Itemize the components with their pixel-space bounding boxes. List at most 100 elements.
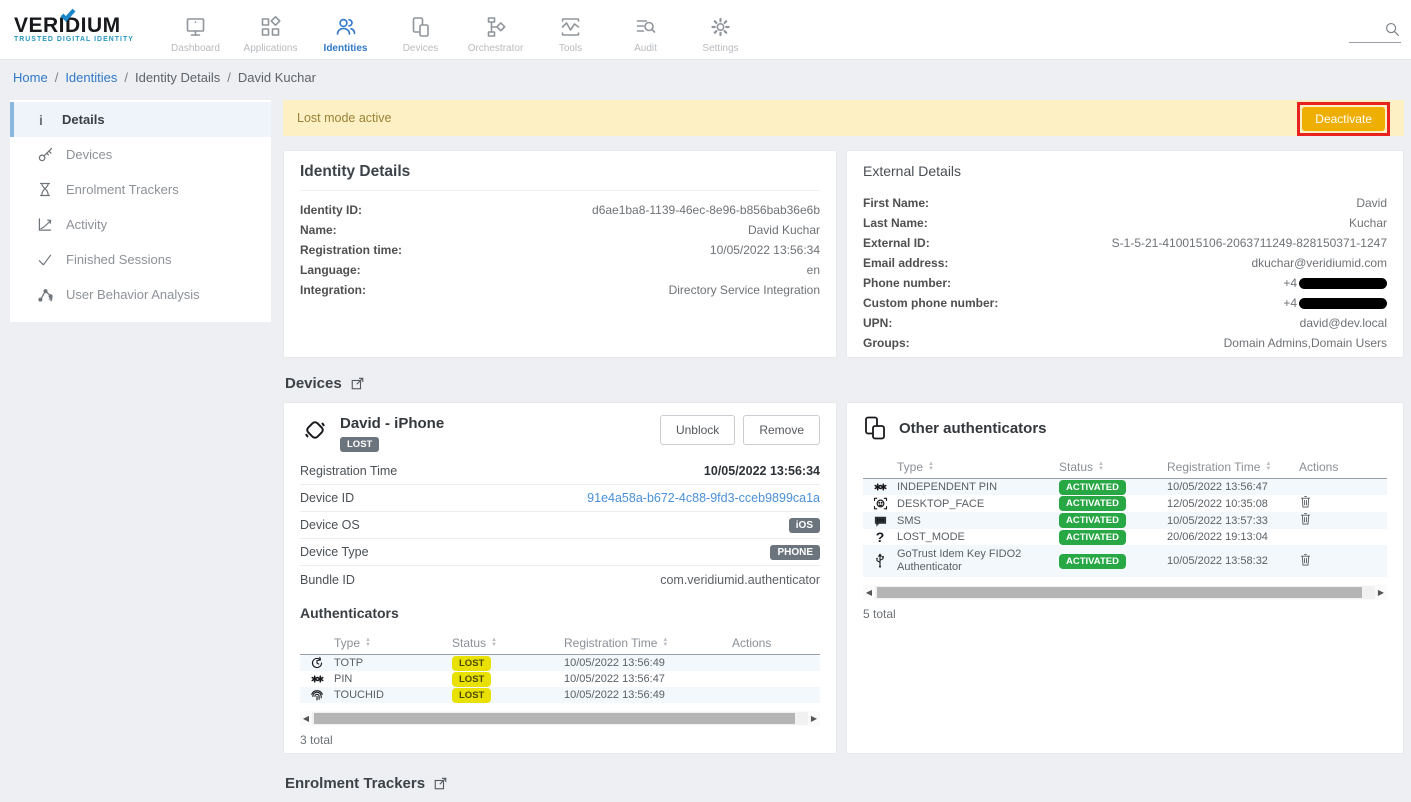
nav-tools[interactable]: Tools [533,6,608,54]
flowchart-icon [483,15,508,39]
auth-time: 10/05/2022 13:56:49 [564,657,732,669]
column-status[interactable]: Status▲▼ [1059,460,1167,474]
nav-devices[interactable]: Devices [383,6,458,54]
field-label: First Name: [863,196,929,210]
scrollbar-track[interactable] [875,586,1375,599]
device-id-link[interactable]: 91e4a58a-b672-4c88-9fd3-cceb9899ca1a [587,491,820,505]
field-label: Last Name: [863,216,928,230]
nav-label: Orchestrator [468,43,524,54]
external-link-icon[interactable] [350,376,365,391]
nav-orchestrator[interactable]: Orchestrator [458,6,533,54]
field-value: Directory Service Integration [669,283,820,297]
external-link-icon[interactable] [433,776,448,791]
sidebar-item-activity[interactable]: Activity [10,207,271,242]
horizontal-scrollbar: ◀ ▶ [863,585,1387,600]
other-auth-table-header: Type▲▼ Status▲▼ Registration Time▲▼ Acti… [863,455,1387,479]
device-status-badge: LOST [340,437,379,452]
sidebar-item-details[interactable]: i Details [10,102,271,137]
field-value: David [1356,196,1387,210]
question-icon: ? [863,529,897,545]
breadcrumb-current-user: David Kuchar [238,70,316,85]
field-value: 10/05/2022 13:56:34 [710,243,820,257]
other-auth-row: DESKTOP_FACE ACTIVATED 12/05/2022 10:35:… [863,495,1387,512]
veridium-logo[interactable]: VERIDIUM TRUSTED DIGITAL IDENTITY [0,16,150,43]
column-registration-time[interactable]: Registration Time▲▼ [1167,460,1299,474]
field-value: en [807,263,820,277]
other-auth-row: SMS ACTIVATED 10/05/2022 13:57:33 [863,512,1387,529]
external-row: Phone number:+4 [863,273,1387,293]
sidebar-item-devices[interactable]: Devices [10,137,271,172]
column-type[interactable]: Type▲▼ [897,460,1059,474]
list-search-icon [633,15,658,39]
sidebar-item-label: Finished Sessions [66,252,172,267]
remove-button[interactable]: Remove [743,415,820,445]
hourglass-icon [36,181,54,199]
primary-nav: Dashboard Applications Identities Device… [158,6,758,54]
identity-row: Registration time:10/05/2022 13:56:34 [300,240,820,260]
enrolment-trackers-section-header: Enrolment Trackers [285,775,1404,792]
delete-authenticator-button[interactable] [1299,495,1312,509]
info-icon: i [32,111,50,129]
nav-label: Audit [634,43,657,54]
field-label: Device Type [300,545,369,559]
fingerprint-icon [300,688,334,702]
auth-time: 10/05/2022 13:58:32 [1167,555,1299,567]
scroll-left-arrow[interactable]: ◀ [863,588,875,597]
breadcrumb-identities[interactable]: Identities [65,70,117,85]
nav-dashboard[interactable]: Dashboard [158,6,233,54]
nav-applications[interactable]: Applications [233,6,308,54]
nav-settings[interactable]: Settings [683,6,758,54]
field-label: Registration Time [300,464,397,478]
sort-icon: ▲▼ [1098,462,1104,472]
field-label: Bundle ID [300,573,355,587]
column-status[interactable]: Status▲▼ [452,636,564,650]
auth-time: 10/05/2022 13:57:33 [1167,515,1299,527]
delete-authenticator-button[interactable] [1299,553,1312,567]
global-search[interactable] [1349,20,1401,43]
column-registration-time[interactable]: Registration Time▲▼ [564,636,732,650]
search-icon [1383,20,1401,38]
field-label: Phone number: [863,276,951,290]
banner-message: Lost mode active [283,111,392,125]
nav-label: Identities [324,43,368,54]
nav-audit[interactable]: Audit [608,6,683,54]
external-row: First Name: David [863,193,1387,213]
status-badge: LOST [452,672,491,687]
field-value: david@dev.local [1300,316,1387,330]
field-label: Identity ID: [300,203,362,217]
unblock-button[interactable]: Unblock [660,415,735,445]
other-devices-icon [863,415,889,441]
breadcrumb-home[interactable]: Home [13,70,48,85]
field-label: External ID: [863,236,930,250]
field-value: com.veridiumid.authenticator [660,573,820,587]
scrollbar-track[interactable] [312,712,808,725]
column-type[interactable]: Type▲▼ [334,636,452,650]
sidebar-item-user-behavior-analysis[interactable]: User Behavior Analysis [10,277,271,312]
breadcrumb: Home / Identities / Identity Details / D… [13,70,316,85]
nav-identities[interactable]: Identities [308,6,383,54]
auth-time: 10/05/2022 13:56:47 [1167,481,1299,493]
other-authenticators-total: 5 total [863,607,1387,621]
nav-label: Settings [702,43,738,54]
field-value: 10/05/2022 13:56:34 [704,464,820,478]
scroll-right-arrow[interactable]: ▶ [1375,588,1387,597]
sidebar-item-label: Enrolment Trackers [66,182,179,197]
identity-details-panel: Identity Details Identity ID:d6ae1ba8-11… [283,150,837,358]
identity-row: Language:en [300,260,820,280]
external-row: UPN:david@dev.local [863,313,1387,333]
status-badge: ACTIVATED [1059,530,1126,545]
scrollbar-thumb[interactable] [877,587,1362,598]
device-field-row: Device ID 91e4a58a-b672-4c88-9fd3-cceb98… [300,485,820,512]
sidebar-item-enrolment-trackers[interactable]: Enrolment Trackers [10,172,271,207]
scroll-right-arrow[interactable]: ▶ [808,714,820,723]
field-label: Device ID [300,491,354,505]
sidebar-item-finished-sessions[interactable]: Finished Sessions [10,242,271,277]
delete-authenticator-button[interactable] [1299,512,1312,526]
deactivate-button[interactable]: Deactivate [1302,107,1385,131]
devices-section-header: Devices [285,375,1404,392]
sort-icon: ▲▼ [365,638,371,648]
external-row: Groups:Domain Admins,Domain Users [863,333,1387,353]
scroll-left-arrow[interactable]: ◀ [300,714,312,723]
field-label: Custom phone number: [863,296,998,310]
scrollbar-thumb[interactable] [314,713,795,724]
